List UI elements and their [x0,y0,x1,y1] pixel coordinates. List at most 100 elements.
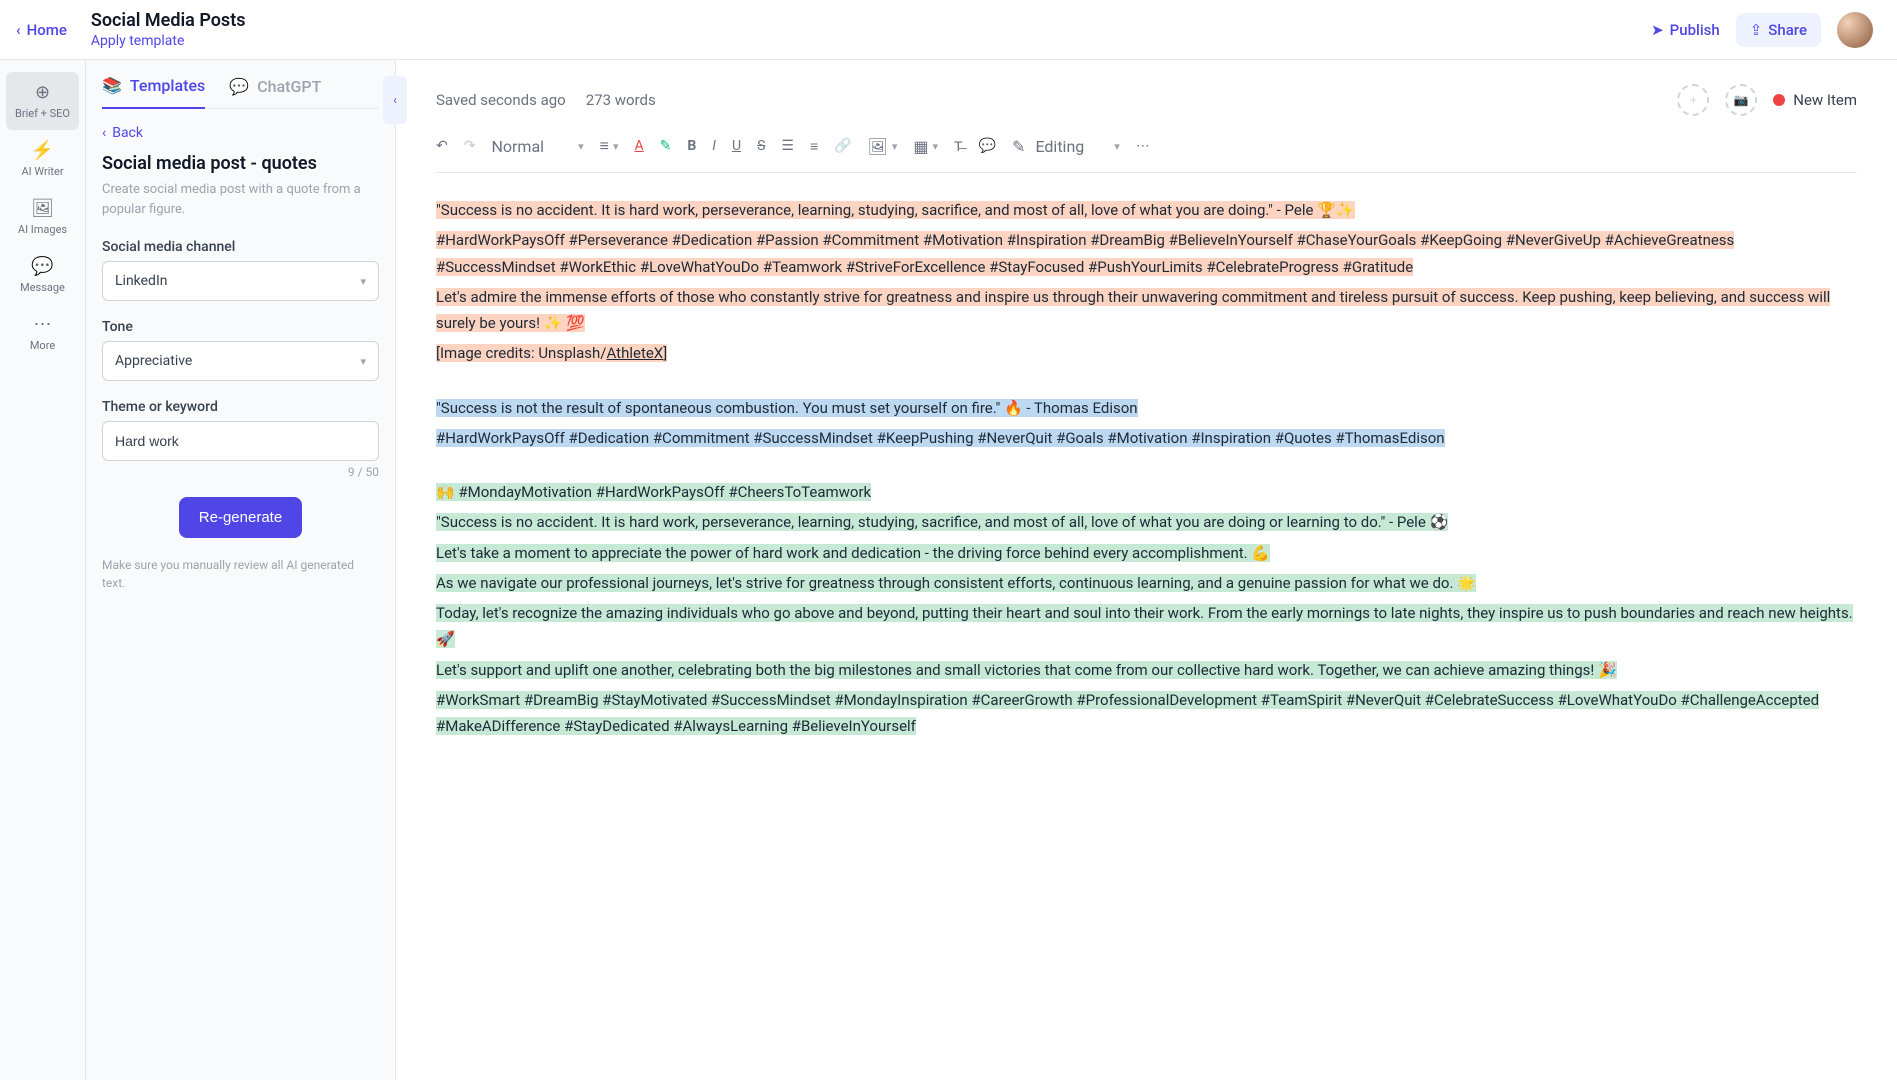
status-dot-icon [1773,94,1785,106]
main-layout: ⊕ Brief + SEO ⚡ AI Writer 🖼 AI Images 💬 … [0,60,1897,1080]
undo-button[interactable]: ↶ [436,138,448,154]
numbered-list-button[interactable]: ≡ [810,138,818,155]
editor-actions: + 📷 New Item [1677,84,1857,116]
channel-label: Social media channel [102,239,379,255]
bullet-list-button[interactable]: ☰ [781,138,794,154]
editor-header: Saved seconds ago 273 words + 📷 New Item [436,84,1857,116]
document-title: Social Media Posts [91,10,1651,31]
strikethrough-button[interactable]: S [757,138,765,154]
review-note: Make sure you manually review all AI gen… [102,556,379,592]
content-line: Let's take a moment to appreciate the po… [436,544,1270,562]
chevron-down-icon: ▾ [360,275,366,288]
table-button[interactable]: ▦▾ [913,137,938,156]
word-count: 273 words [586,91,656,109]
content-line: 🙌 #MondayMotivation #HardWorkPaysOff #Ch… [436,483,871,501]
add-image-button[interactable]: 📷 [1725,84,1757,116]
channel-select[interactable]: LinkedIn ▾ [102,261,379,301]
rail-more[interactable]: ⋯ More [0,304,85,362]
chevron-down-icon: ▾ [578,140,584,153]
rail-brief-label: Brief + SEO [15,107,70,120]
camera-icon: 📷 [1734,93,1749,107]
channel-value: LinkedIn [115,273,168,289]
content-line: Let's support and uplift one another, ce… [436,661,1617,679]
format-label: Normal [491,137,544,156]
theme-label: Theme or keyword [102,399,379,415]
content-line: Let's admire the immense efforts of thos… [436,288,1830,332]
comment-button[interactable]: 💬 [979,138,996,154]
theme-input[interactable] [102,421,379,461]
bold-button[interactable]: B [687,138,696,154]
rail-more-label: More [30,339,55,352]
image-insert-button[interactable]: 🖼▾ [868,137,898,156]
template-description: Create social media post with a quote fr… [102,180,379,219]
content-line: "Success is no accident. It is hard work… [436,201,1355,219]
lightning-icon: ⚡ [31,140,53,161]
target-icon: ⊕ [35,82,50,103]
saved-status: Saved seconds ago [436,91,566,109]
tone-label: Tone [102,319,379,335]
publish-label: Publish [1670,21,1720,39]
rail-message-label: Message [20,281,65,294]
panel-tabs: 📚 Templates 💬 ChatGPT [102,60,379,109]
chevron-down-icon: ▾ [892,140,898,153]
content-line: "Success is no accident. It is hard work… [436,513,1448,531]
chevron-down-icon: ▾ [613,140,619,153]
back-label: Back [112,125,143,141]
clear-format-button[interactable]: T̶ [954,138,963,155]
align-left-icon: ≡ [600,136,609,156]
chevron-left-icon: ‹ [393,93,397,107]
italic-button[interactable]: I [712,138,716,154]
tab-chatgpt[interactable]: 💬 ChatGPT [229,76,321,108]
collapse-panel-button[interactable]: ‹ [383,76,407,124]
redo-button[interactable]: ↷ [464,138,476,154]
format-select[interactable]: Normal ▾ [491,137,583,156]
editor-content[interactable]: "Success is no accident. It is hard work… [436,197,1857,739]
regenerate-button[interactable]: Re-generate [179,497,302,538]
content-line: [Image credits: Unsplash/AthleteX] [436,344,667,362]
align-button[interactable]: ≡▾ [600,136,619,156]
chat-icon: 💬 [31,256,53,277]
rail-ai-images[interactable]: 🖼 AI Images [0,188,85,246]
chevron-left-icon: ‹ [102,125,106,141]
side-panel: ‹ 📚 Templates 💬 ChatGPT ‹ Back Social me… [86,60,396,1080]
more-options-button[interactable]: ⋯ [1136,138,1150,154]
content-line: "Success is not the result of spontaneou… [436,399,1138,417]
tab-chatgpt-label: ChatGPT [257,77,321,96]
add-collaborator-button[interactable]: + [1677,84,1709,116]
table-icon: ▦ [913,137,928,156]
save-info: Saved seconds ago 273 words [436,91,656,109]
rail-ai-writer[interactable]: ⚡ AI Writer [0,130,85,188]
new-item-indicator[interactable]: New Item [1773,91,1857,109]
apply-template-link[interactable]: Apply template [91,33,1651,49]
content-line: #HardWorkPaysOff #Dedication #Commitment… [436,429,1445,447]
underline-button[interactable]: U [732,138,741,154]
share-label: Share [1768,21,1807,39]
tab-templates[interactable]: 📚 Templates [102,76,205,109]
rail-message[interactable]: 💬 Message [0,246,85,304]
editor-area: Saved seconds ago 273 words + 📷 New Item… [396,60,1897,1080]
user-avatar[interactable] [1837,12,1873,48]
rail-images-label: AI Images [18,223,67,236]
home-button[interactable]: ‹ Home [16,21,67,39]
share-button[interactable]: ⇪ Share [1736,13,1821,47]
chat-icon: 💬 [229,77,249,96]
chevron-down-icon: ▾ [933,140,939,153]
text-color-button[interactable]: A [634,138,643,154]
send-icon: ➤ [1651,21,1664,39]
back-link[interactable]: ‹ Back [102,125,379,141]
header-right: ➤ Publish ⇪ Share [1651,12,1881,48]
link-button[interactable]: 🔗 [834,138,851,154]
template-title: Social media post - quotes [102,153,379,174]
editing-mode-select[interactable]: ✎ Editing ▾ [1012,137,1120,156]
publish-button[interactable]: ➤ Publish [1651,21,1720,39]
image-icon: 🖼 [31,198,54,219]
theme-char-count: 9 / 50 [102,465,379,479]
tone-select[interactable]: Appreciative ▾ [102,341,379,381]
rail-brief-seo[interactable]: ⊕ Brief + SEO [6,72,79,130]
upload-icon: ⇪ [1750,21,1763,39]
person-plus-icon: + [1690,93,1697,107]
content-line: #WorkSmart #DreamBig #StayMotivated #Suc… [436,691,1819,735]
tab-templates-label: Templates [130,76,205,95]
highlight-button[interactable]: ✎ [660,138,672,154]
editor-toolbar: ↶ ↷ Normal ▾ ≡▾ A ✎ B I U S ☰ ≡ 🔗 🖼▾ ▦▾ … [436,136,1857,173]
